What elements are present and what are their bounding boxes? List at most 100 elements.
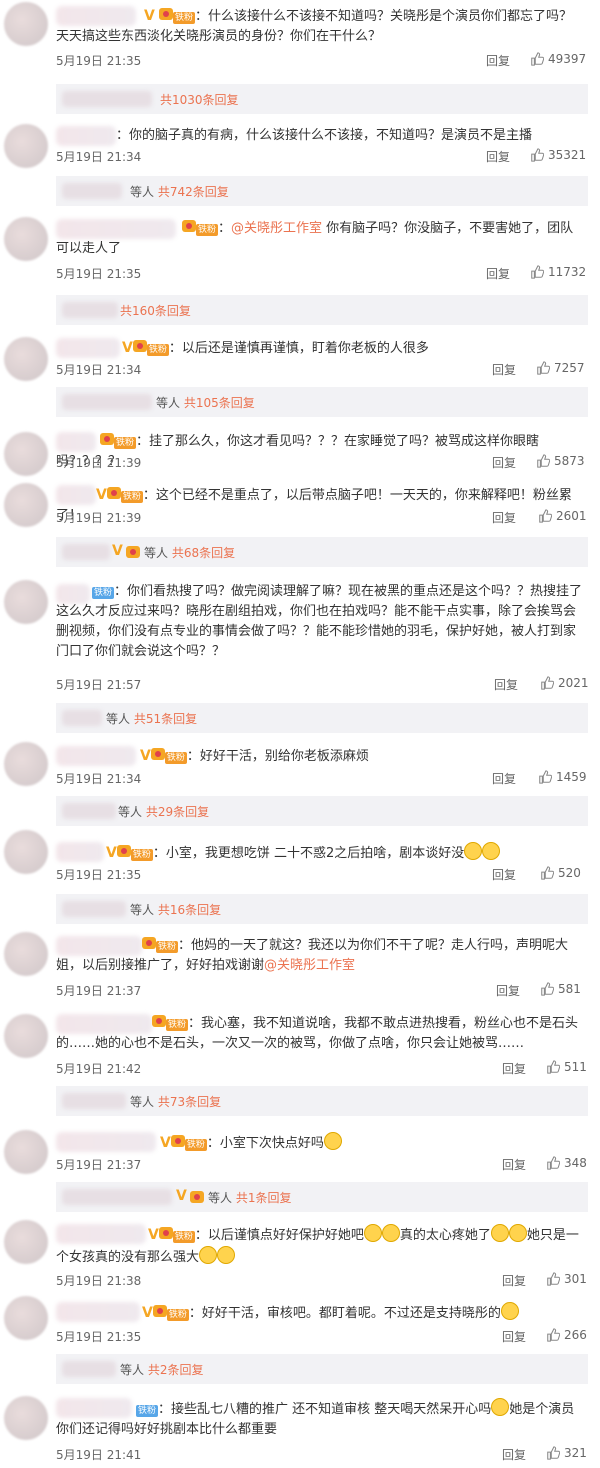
reply-summary[interactable]: 等人 共742条回复: [56, 176, 588, 206]
like-button[interactable]: 321: [546, 1446, 587, 1460]
fan-badge: 铁粉: [114, 437, 137, 449]
like-button[interactable]: 49397: [530, 52, 586, 66]
fan-badge: 铁粉: [146, 344, 169, 356]
like-count: 348: [564, 1156, 587, 1170]
reply-button[interactable]: 回复: [486, 148, 510, 165]
reply-button[interactable]: 回复: [492, 454, 516, 471]
reply-button[interactable]: 回复: [502, 1272, 526, 1289]
avatar[interactable]: [4, 742, 48, 786]
like-button[interactable]: 581: [540, 982, 581, 996]
reply-button[interactable]: 回复: [492, 361, 516, 378]
comment-item: 铁粉 ：他妈的一天了就这？我还以为你们不干了呢？走人行吗，声明呢大姐，以后别接推广…: [0, 918, 600, 1002]
fan-badge: 铁粉: [156, 941, 179, 953]
comment-text: ：好好干活，别给你老板添麻烦: [186, 749, 369, 764]
like-count: 11732: [548, 265, 587, 279]
reply-button[interactable]: 回复: [494, 676, 518, 693]
comment-text: ：接些乱七八糟的推广 还不知道审核 整天喝天然呆开心吗: [158, 1402, 492, 1417]
comment-time: 5月19日 21:37: [56, 984, 142, 998]
thumbs-up-icon: [539, 509, 552, 523]
reply-button[interactable]: 回复: [502, 1328, 526, 1345]
comment-item: V 铁粉 ：以后还是谨慎再谨慎，盯着你老板的人很多 5月19日 21:34 回复 7…: [0, 335, 600, 432]
reply-button[interactable]: 回复: [502, 1060, 526, 1077]
comment-text: ：你们看热搜了吗？做完阅读理解了嘛？现在被黑的重点还是这个吗？？热搜挂了这么久才…: [56, 584, 583, 659]
like-button[interactable]: 35321: [530, 148, 586, 162]
avatar[interactable]: [4, 1396, 48, 1440]
reply-button[interactable]: 回复: [492, 509, 516, 526]
like-button[interactable]: 511: [546, 1060, 587, 1074]
reply-button[interactable]: 回复: [486, 52, 510, 69]
like-button[interactable]: 11732: [530, 265, 586, 279]
like-count: 321: [564, 1446, 587, 1460]
thumbs-up-icon: [541, 866, 554, 880]
reply-summary[interactable]: 等人 共2条回复: [56, 1354, 588, 1384]
avatar[interactable]: [4, 2, 48, 46]
reply-button[interactable]: 回复: [502, 1446, 526, 1463]
like-count: 520: [558, 866, 581, 880]
thumbs-up-icon: [537, 454, 550, 468]
like-count: 35321: [548, 148, 587, 162]
like-button[interactable]: 301: [546, 1272, 587, 1286]
like-count: 49397: [548, 52, 587, 66]
avatar[interactable]: [4, 483, 48, 527]
reply-summary[interactable]: 等人 共51条回复: [56, 703, 588, 733]
avatar[interactable]: [4, 580, 48, 624]
reply-button[interactable]: 回复: [486, 265, 510, 282]
like-count: 511: [564, 1060, 587, 1074]
avatar[interactable]: [4, 432, 48, 476]
fan-badge: 铁粉: [172, 12, 195, 24]
comment-text: ：我心塞，我不知道说啥，我都不敢点进热搜看，粉丝心也不是石头的……她的心也不是石…: [56, 1016, 579, 1051]
avatar[interactable]: [4, 1130, 48, 1174]
comment-item: 铁粉 ：我心塞，我不知道说啥，我都不敢点进热搜看，粉丝心也不是石头的……她的心也不…: [0, 1002, 600, 1120]
reply-summary[interactable]: 等人 共105条回复: [56, 387, 588, 417]
comment-item: 铁粉 ：接些乱七八糟的推广 还不知道审核 整天喝天然呆开心吗 她是个演员 你们还记得…: [0, 1386, 600, 1468]
avatar[interactable]: [4, 217, 48, 261]
thumbs-up-icon: [547, 1328, 560, 1342]
like-count: 2601: [556, 509, 587, 523]
mention-link[interactable]: @关晓彤工作室: [264, 958, 355, 973]
mention-link[interactable]: @关晓彤工作室: [231, 221, 322, 236]
comment-time: 5月19日 21:35: [56, 267, 142, 281]
avatar[interactable]: [4, 337, 48, 381]
reply-summary[interactable]: 等人 共73条回复: [56, 1086, 588, 1116]
like-button[interactable]: 348: [546, 1156, 587, 1170]
like-button[interactable]: 1459: [538, 770, 587, 784]
reply-summary[interactable]: V 等人 共1条回复: [56, 1182, 588, 1212]
thumbs-up-icon: [541, 982, 554, 996]
comment-time: 5月19日 21:38: [56, 1274, 142, 1288]
reply-summary[interactable]: 共1030条回复: [56, 84, 588, 114]
avatar[interactable]: [4, 1220, 48, 1264]
like-button[interactable]: 5873: [536, 454, 585, 468]
like-button[interactable]: 7257: [536, 361, 585, 375]
comment-text: ：什么该接什么不该接不知道吗？关晓彤是个演员你们都忘了吗？天天搞这些东西淡化关晓…: [56, 9, 573, 44]
comment-item: 铁粉 ：@关晓彤工作室 你有脑子吗？你没脑子，不要害她了，团队可以走人了 5月19…: [0, 215, 600, 335]
comment-time: 5月19日 21:35: [56, 1330, 142, 1344]
comment-time: 5月19日 21:37: [56, 1158, 142, 1172]
avatar[interactable]: [4, 1296, 48, 1340]
reply-summary[interactable]: 共160条回复: [56, 295, 588, 325]
comment-text: ：小室下次快点好吗: [206, 1136, 324, 1151]
avatar[interactable]: [4, 932, 48, 976]
thumbs-up-icon: [537, 361, 550, 375]
comment-time: 5月19日 21:34: [56, 150, 142, 164]
thumbs-up-icon: [547, 1272, 560, 1286]
like-button[interactable]: 266: [546, 1328, 587, 1342]
reply-summary[interactable]: V 等人 共68条回复: [56, 537, 588, 567]
comment-item: V 铁粉 ：好好干活，审核吧。都盯着呢。不过还是支持晓彤的 5月19日 21:35 …: [0, 1294, 600, 1386]
reply-button[interactable]: 回复: [492, 866, 516, 883]
comment-item: V 铁粉 ：小室下次快点好吗 5月19日 21:37 回复 348 V 等人 共1条…: [0, 1120, 600, 1212]
like-count: 2021: [558, 676, 589, 690]
fan-badge: 铁粉: [166, 1019, 189, 1031]
avatar[interactable]: [4, 1014, 48, 1058]
avatar[interactable]: [4, 830, 48, 874]
comment-time: 5月19日 21:39: [56, 456, 142, 470]
reply-button[interactable]: 回复: [496, 982, 520, 999]
fan-badge: 铁粉: [184, 1139, 207, 1151]
like-count: 301: [564, 1272, 587, 1286]
like-button[interactable]: 2601: [538, 509, 587, 523]
reply-button[interactable]: 回复: [492, 770, 516, 787]
comment-text: ：好好干活，审核吧。都盯着呢。不过还是支持晓彤的: [188, 1306, 501, 1321]
reply-button[interactable]: 回复: [502, 1156, 526, 1173]
avatar[interactable]: [4, 124, 48, 168]
like-button[interactable]: 520: [540, 866, 581, 880]
like-button[interactable]: 2021: [540, 676, 589, 690]
